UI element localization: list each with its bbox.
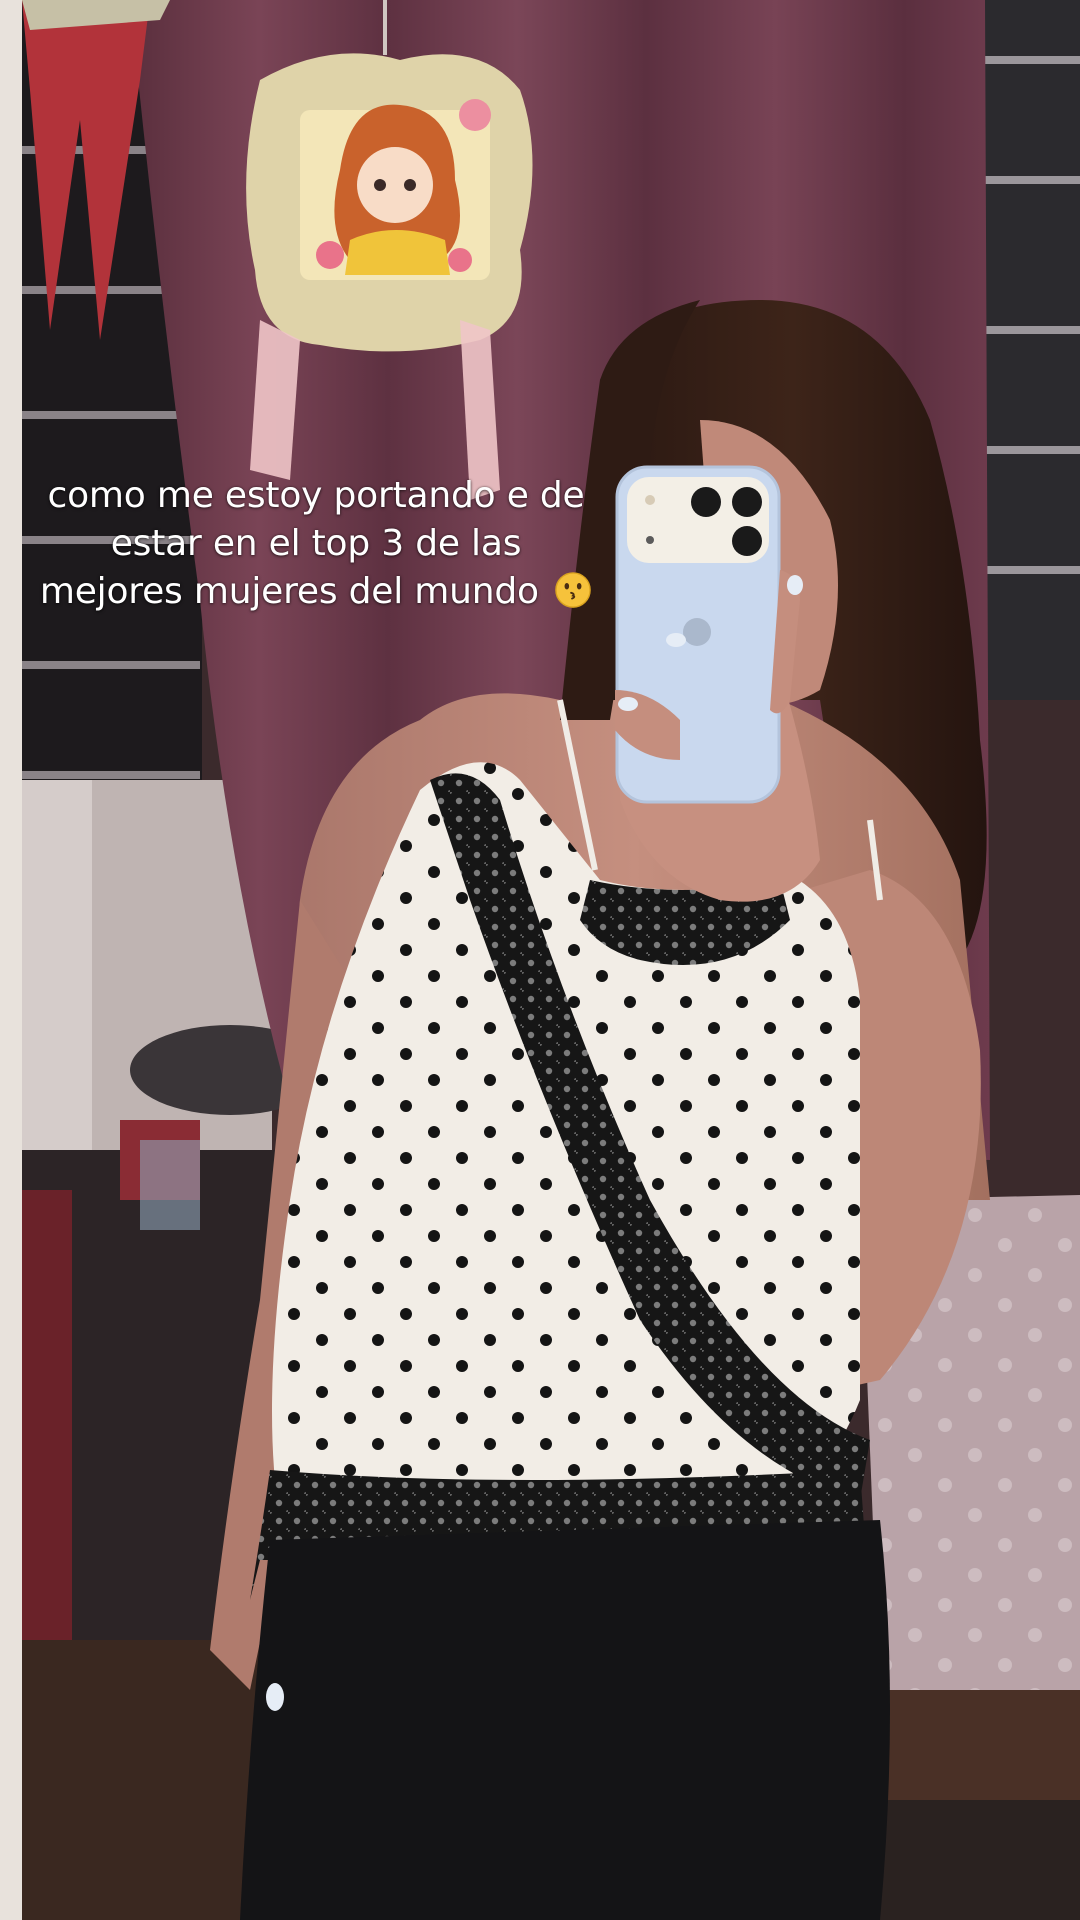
kissing-face-emoji-icon bbox=[555, 572, 591, 608]
caption-line-1: como me estoy portando e de bbox=[47, 475, 585, 516]
caption-line-2: estar en el top 3 de las bbox=[110, 523, 522, 564]
photo-scene: como me estoy portando e de estar en el … bbox=[0, 0, 1080, 1920]
mirror-selfie-photo bbox=[0, 0, 1080, 1920]
overlay-caption: como me estoy portando e de estar en el … bbox=[36, 472, 596, 616]
caption-line-3: mejores mujeres del mundo bbox=[39, 571, 539, 612]
